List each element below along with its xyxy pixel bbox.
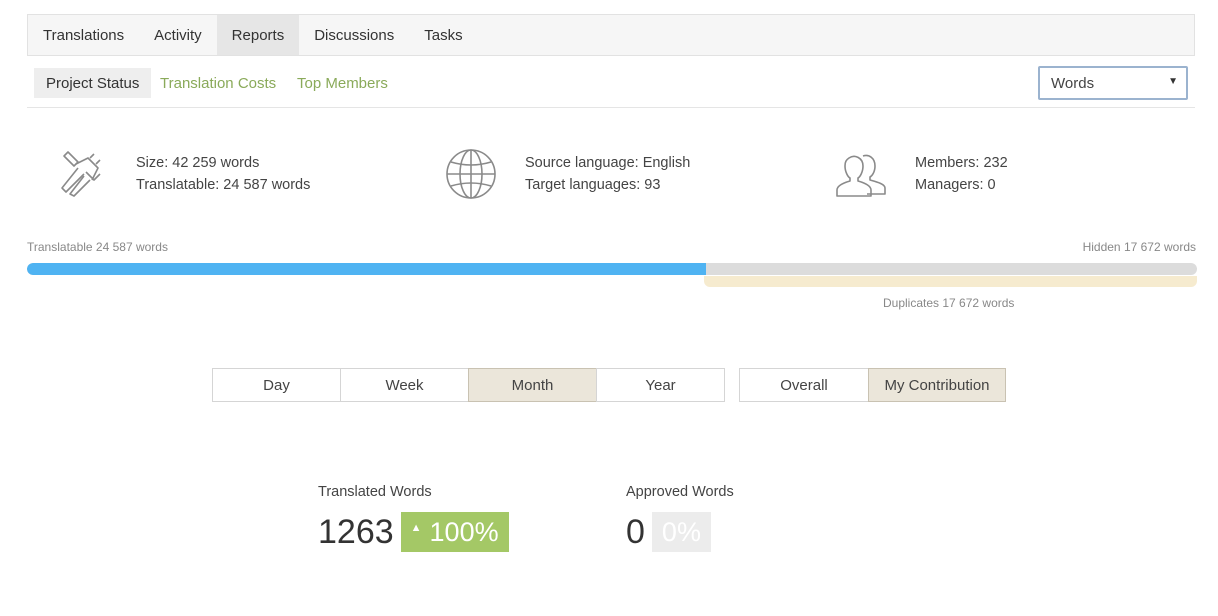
tab-discussions[interactable]: Discussions [299,15,409,55]
info-languages: Source language: English Target language… [443,146,690,202]
unit-select-value: Words [1051,74,1095,92]
words-progress-bar [27,263,1197,275]
approved-percent: 0% [661,516,701,547]
scope-my-contribution-button[interactable]: My Contribution [868,368,1006,402]
globe-icon [446,149,496,199]
period-selector: Day Week Month Year [212,368,725,402]
translated-words-title: Translated Words [318,484,432,500]
translatable-label: Translatable 24 587 words [27,240,168,254]
tab-tasks[interactable]: Tasks [409,15,477,55]
scope-selector: Overall My Contribution [739,368,1006,402]
target-languages-text: Target languages: 93 [525,177,661,193]
members-icon [836,154,886,197]
source-language-text: Source language: English [525,155,691,171]
approved-words-stat: Approved Words 0 0% [626,484,734,552]
translated-percent: 100% [429,516,499,547]
top-nav: Translations Activity Reports Discussion… [27,14,1195,56]
hidden-label: Hidden 17 672 words [1082,240,1196,254]
duplicates-label: Duplicates 17 672 words [883,296,1015,310]
unit-select[interactable]: Words ▼ [1038,66,1188,100]
chevron-down-icon: ▼ [1168,76,1178,87]
duplicates-bar [704,276,1197,287]
subtab-project-status[interactable]: Project Status [34,68,152,98]
tab-activity[interactable]: Activity [139,15,217,55]
translated-words-value: 1263 [318,513,394,551]
period-month-button[interactable]: Month [468,368,597,402]
tab-reports[interactable]: Reports [216,15,300,55]
info-size: Size: 42 259 words Translatable: 24 587 … [54,146,310,202]
subtab-top-members[interactable]: Top Members [285,68,400,98]
approved-percent-badge: 0% [651,512,711,552]
period-year-button[interactable]: Year [596,368,725,402]
translatable-text: Translatable: 24 587 words [136,177,311,193]
approved-words-title: Approved Words [626,484,734,500]
translatable-fill [27,263,706,275]
size-text: Size: 42 259 words [136,155,260,171]
info-members: Members: 232 Managers: 0 [833,146,1008,202]
managers-text: Managers: 0 [915,177,996,193]
period-day-button[interactable]: Day [212,368,341,402]
tab-translations[interactable]: Translations [28,15,139,55]
caliper-icon [61,151,101,197]
subtab-translation-costs[interactable]: Translation Costs [148,68,288,98]
members-text: Members: 232 [915,155,1008,171]
approved-words-value: 0 [626,513,645,551]
triangle-up-icon: ▲ [410,522,422,534]
sub-nav: Project Status Translation Costs Top Mem… [27,62,1195,108]
translated-percent-badge: ▲ 100% [400,512,509,552]
translated-words-stat: Translated Words 1263 ▲ 100% [318,484,509,552]
period-week-button[interactable]: Week [340,368,469,402]
scope-overall-button[interactable]: Overall [739,368,869,402]
